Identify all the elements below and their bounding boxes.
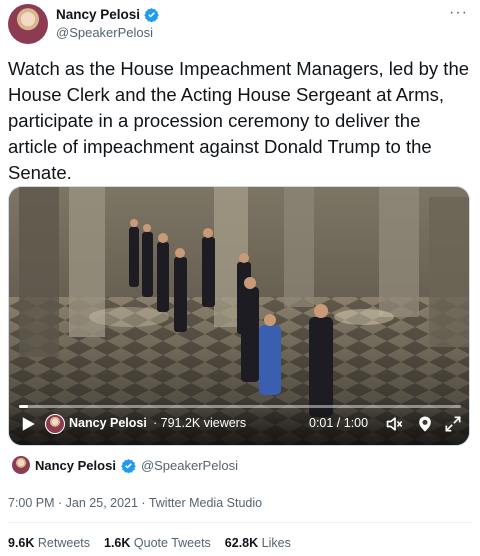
video-channel-name: Nancy Pelosi [69, 416, 147, 430]
engagement-stats: 9.6K Retweets 1.6K Quote Tweets 62.8K Li… [8, 536, 291, 550]
video-player[interactable]: Nancy Pelosi · 791.2K viewers 0:01 / 1:0… [8, 186, 470, 446]
media-source-row[interactable]: Nancy Pelosi @SpeakerPelosi [12, 456, 238, 474]
progress-bar[interactable] [19, 405, 461, 408]
retweets-stat[interactable]: 9.6K Retweets [8, 536, 90, 550]
quote-tweets-count: 1.6K [104, 536, 131, 550]
video-viewers: · 791.2K viewers [153, 416, 247, 430]
retweets-count: 9.6K [8, 536, 35, 550]
tweet-header: Nancy Pelosi @SpeakerPelosi ··· [8, 4, 472, 44]
pip-icon[interactable] [415, 414, 435, 434]
avatar[interactable] [8, 4, 48, 44]
source-avatar [12, 456, 30, 474]
quote-tweets-label: Quote Tweets [133, 536, 211, 550]
tweet-timestamp[interactable]: 7:00 PM · Jan 25, 2021 · Twitter Media S… [8, 496, 262, 510]
display-name[interactable]: Nancy Pelosi [56, 7, 140, 22]
more-options-icon[interactable]: ··· [449, 4, 468, 22]
likes-stat[interactable]: 62.8K Likes [225, 536, 291, 550]
handle[interactable]: @SpeakerPelosi [56, 25, 153, 40]
verified-badge-icon [144, 7, 159, 22]
divider [8, 522, 472, 523]
quote-tweets-stat[interactable]: 1.6K Quote Tweets [104, 536, 211, 550]
fullscreen-icon[interactable] [443, 414, 463, 434]
video-frame[interactable]: Nancy Pelosi · 791.2K viewers 0:01 / 1:0… [9, 187, 469, 445]
video-controls: Nancy Pelosi · 791.2K viewers 0:01 / 1:0… [9, 401, 469, 445]
video-time: 0:01 / 1:00 [309, 416, 369, 430]
progress-fill [19, 405, 28, 408]
likes-label: Likes [261, 536, 291, 550]
play-icon[interactable] [19, 415, 37, 433]
verified-badge-icon [121, 458, 136, 473]
source-handle: @SpeakerPelosi [140, 457, 238, 473]
volume-icon[interactable] [385, 414, 405, 434]
retweets-label: Retweets [37, 536, 90, 550]
video-avatar [45, 414, 65, 434]
name-row: Nancy Pelosi [56, 7, 159, 22]
tweet-text: Watch as the House Impeachment Managers,… [8, 58, 470, 183]
source-name: Nancy Pelosi [35, 457, 116, 473]
likes-count: 62.8K [224, 536, 259, 550]
